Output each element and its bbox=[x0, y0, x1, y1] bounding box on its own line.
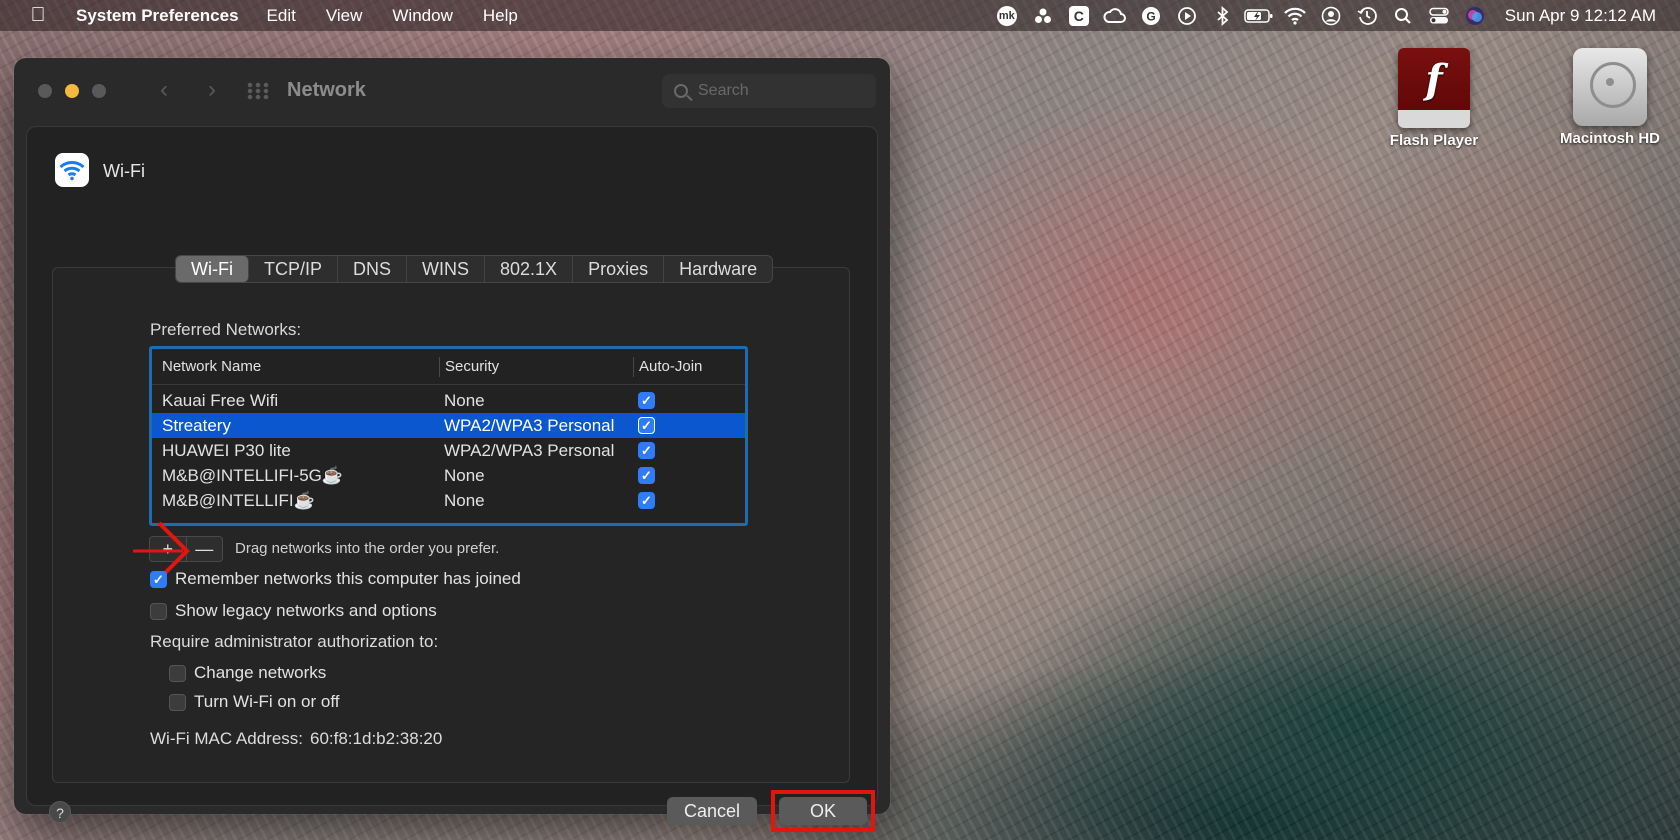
remember-networks-label: Remember networks this computer has join… bbox=[175, 569, 521, 588]
play-icon[interactable] bbox=[1169, 0, 1205, 31]
bartender-icon[interactable] bbox=[1025, 0, 1061, 31]
control-center-icon[interactable] bbox=[1421, 0, 1457, 31]
ok-button[interactable]: OK bbox=[779, 797, 867, 825]
status-area: mk C G Sun Apr 9 12:12 AM bbox=[989, 0, 1680, 31]
macintosh-hd-desktop-icon[interactable]: Macintosh HD bbox=[1548, 48, 1672, 147]
auto-join-checkbox[interactable]: ✓ bbox=[638, 467, 655, 484]
table-row[interactable]: Kauai Free Wifi None ✓ bbox=[152, 388, 745, 413]
preferred-networks-table[interactable]: Network Name Security Auto-Join Kauai Fr… bbox=[149, 346, 748, 526]
security-cell: WPA2/WPA3 Personal bbox=[444, 416, 615, 435]
back-arrow-icon[interactable]: ‹ bbox=[160, 76, 168, 104]
battery-icon[interactable] bbox=[1241, 0, 1277, 31]
table-header: Network Name Security Auto-Join bbox=[152, 349, 745, 385]
search-field[interactable]: Search bbox=[662, 74, 876, 108]
tab-wins[interactable]: WINS bbox=[407, 256, 486, 282]
turn-wifi-checkbox[interactable] bbox=[169, 693, 186, 711]
security-cell: None bbox=[444, 491, 485, 510]
svg-text:G: G bbox=[1146, 9, 1155, 23]
tab-wifi[interactable]: Wi-Fi bbox=[176, 256, 249, 282]
column-security[interactable]: Security bbox=[439, 357, 499, 377]
column-auto-join[interactable]: Auto-Join bbox=[633, 357, 702, 377]
network-name-cell: HUAWEI P30 lite bbox=[162, 441, 291, 460]
change-networks-checkbox[interactable] bbox=[169, 664, 186, 682]
auto-join-checkbox[interactable]: ✓ bbox=[638, 417, 655, 434]
window-title: Network bbox=[287, 79, 366, 101]
title-bar: ‹ › Network Search bbox=[14, 58, 890, 118]
require-admin-label: Require administrator authorization to: bbox=[150, 632, 439, 651]
network-name-cell: Kauai Free Wifi bbox=[162, 391, 279, 410]
creative-cloud-icon[interactable] bbox=[1097, 0, 1133, 31]
turn-wifi-label: Turn Wi-Fi on or off bbox=[194, 692, 340, 711]
tab-8021x[interactable]: 802.1X bbox=[485, 256, 574, 282]
wifi-advanced-sheet: Wi-Fi Wi-Fi TCP/IP DNS WINS 802.1X Proxi… bbox=[26, 126, 878, 832]
table-row-partial[interactable] bbox=[152, 525, 745, 526]
drag-hint-text: Drag networks into the order you prefer. bbox=[235, 540, 500, 557]
search-placeholder: Search bbox=[698, 82, 749, 99]
c-icon[interactable]: C bbox=[1061, 0, 1097, 31]
network-name-cell: M&B@INTELLIFI☕ bbox=[162, 491, 315, 510]
auto-join-checkbox[interactable]: ✓ bbox=[638, 442, 655, 459]
menu-edit[interactable]: Edit bbox=[267, 6, 296, 26]
auto-join-checkbox[interactable]: ✓ bbox=[638, 492, 655, 509]
column-network-name[interactable]: Network Name bbox=[162, 357, 261, 377]
cancel-button[interactable]: Cancel bbox=[667, 797, 757, 825]
change-networks-option[interactable]: Change networks bbox=[169, 663, 326, 683]
network-name-cell: Streatery bbox=[162, 416, 231, 435]
flash-player-desktop-icon[interactable]: f Flash Player bbox=[1378, 48, 1490, 149]
menu-window[interactable]: Window bbox=[392, 6, 452, 26]
security-cell: WPA2/WPA3 Personal bbox=[444, 441, 615, 460]
menu-view[interactable]: View bbox=[326, 6, 363, 26]
tab-tcpip[interactable]: TCP/IP bbox=[249, 256, 338, 282]
tab-bar: Wi-Fi TCP/IP DNS WINS 802.1X Proxies Har… bbox=[175, 255, 774, 283]
network-name-cell: M&B@INTELLIFI-5G☕ bbox=[162, 466, 344, 485]
minimize-button[interactable] bbox=[65, 84, 79, 98]
table-row[interactable]: HUAWEI P30 lite WPA2/WPA3 Personal ✓ bbox=[152, 438, 745, 463]
flash-player-label: Flash Player bbox=[1389, 132, 1479, 149]
menu-clock[interactable]: Sun Apr 9 12:12 AM bbox=[1505, 6, 1656, 26]
app-menu[interactable]: System Preferences bbox=[76, 6, 239, 26]
wifi-status-icon[interactable] bbox=[1277, 0, 1313, 31]
remember-networks-checkbox[interactable]: ✓ bbox=[150, 570, 167, 588]
table-row-selected[interactable]: Streatery WPA2/WPA3 Personal ✓ bbox=[152, 413, 745, 438]
zoom-button[interactable] bbox=[92, 84, 106, 98]
show-all-grid-icon[interactable] bbox=[246, 82, 270, 100]
preferred-networks-label: Preferred Networks: bbox=[150, 320, 302, 339]
remember-networks-option[interactable]: ✓ Remember networks this computer has jo… bbox=[150, 569, 521, 589]
time-machine-icon[interactable] bbox=[1349, 0, 1385, 31]
network-window: ‹ › Network Search Wi-Fi Wi-Fi TCP/IP DN… bbox=[14, 58, 890, 832]
menu-help[interactable]: Help bbox=[483, 6, 518, 26]
legacy-networks-checkbox[interactable] bbox=[150, 602, 167, 620]
hard-drive-icon bbox=[1573, 48, 1647, 126]
tab-proxies[interactable]: Proxies bbox=[573, 256, 665, 282]
spotlight-search-icon[interactable] bbox=[1385, 0, 1421, 31]
menu-bar:  System Preferences Edit View Window He… bbox=[0, 0, 1680, 31]
security-cell: None bbox=[444, 391, 485, 410]
legacy-networks-option[interactable]: Show legacy networks and options bbox=[150, 601, 437, 621]
tab-dns[interactable]: DNS bbox=[338, 256, 408, 282]
forward-arrow-icon[interactable]: › bbox=[208, 76, 216, 104]
search-icon bbox=[674, 84, 688, 98]
mac-address-label: Wi-Fi MAC Address: bbox=[150, 729, 304, 748]
interface-name: Wi-Fi bbox=[103, 161, 145, 181]
siri-icon[interactable] bbox=[1457, 0, 1493, 31]
help-button[interactable]: ? bbox=[49, 801, 71, 823]
turn-wifi-option[interactable]: Turn Wi-Fi on or off bbox=[169, 692, 339, 712]
auto-join-checkbox[interactable]: ✓ bbox=[638, 392, 655, 409]
macintosh-hd-label: Macintosh HD bbox=[1559, 130, 1660, 147]
table-row[interactable]: M&B@INTELLIFI☕ None ✓ bbox=[152, 488, 745, 513]
legacy-networks-label: Show legacy networks and options bbox=[175, 601, 437, 620]
tab-hardware[interactable]: Hardware bbox=[664, 256, 772, 282]
security-cell: None bbox=[444, 466, 485, 485]
grammarly-icon[interactable]: G bbox=[1133, 0, 1169, 31]
close-button[interactable] bbox=[38, 84, 52, 98]
mac-address-value: 60:f8:1d:b2:38:20 bbox=[310, 729, 443, 748]
mk-icon[interactable]: mk bbox=[989, 0, 1025, 31]
flash-player-icon: f bbox=[1398, 48, 1470, 128]
user-icon[interactable] bbox=[1313, 0, 1349, 31]
apple-menu-icon[interactable]:  bbox=[0, 4, 76, 27]
table-row[interactable]: M&B@INTELLIFI-5G☕ None ✓ bbox=[152, 463, 745, 488]
bluetooth-icon[interactable] bbox=[1205, 0, 1241, 31]
wifi-icon bbox=[55, 153, 89, 187]
change-networks-label: Change networks bbox=[194, 663, 327, 682]
